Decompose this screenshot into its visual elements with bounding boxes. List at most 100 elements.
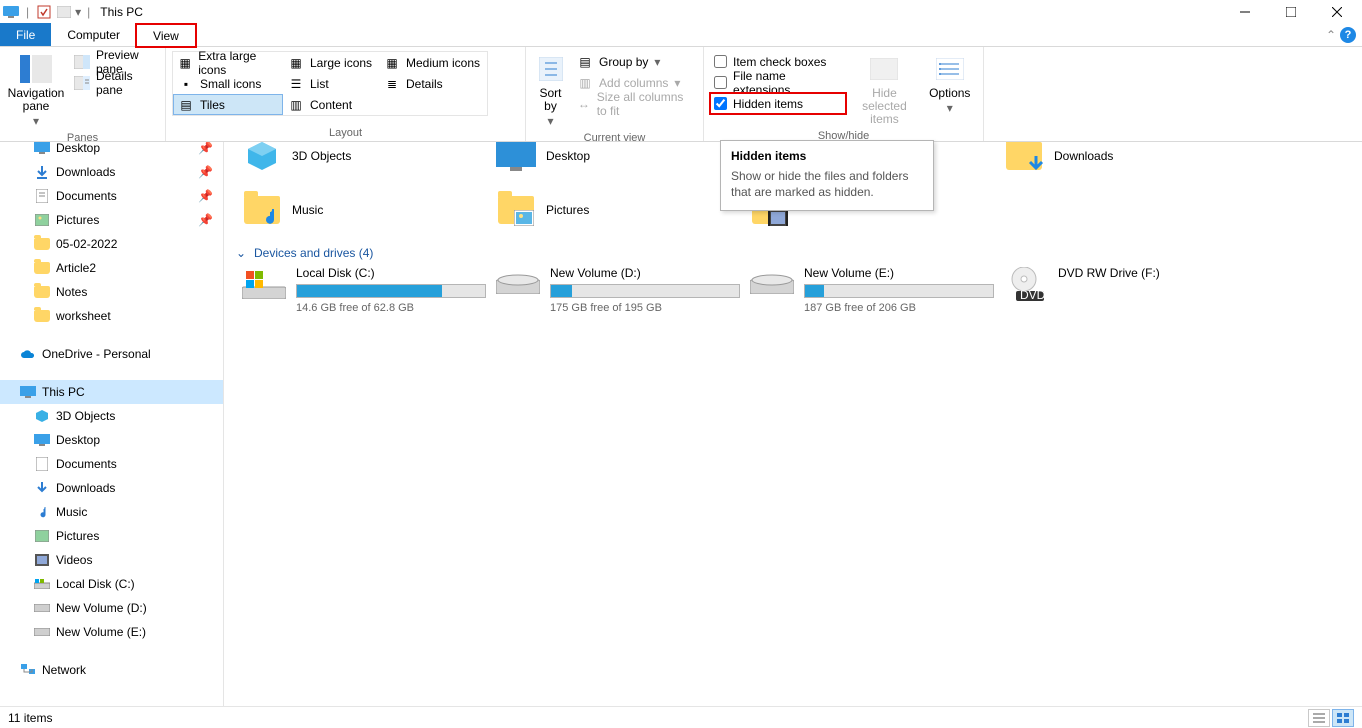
item-count-label: 11 items — [8, 711, 52, 725]
folder-icon — [34, 260, 50, 276]
nav-new-volume-e[interactable]: New Volume (E:) — [0, 620, 223, 644]
tab-file[interactable]: File — [0, 23, 51, 46]
qat-newfolder-icon[interactable] — [55, 3, 73, 21]
nav-folder-3[interactable]: Notes — [0, 280, 223, 304]
pin-icon: 📌 — [198, 189, 213, 203]
downloads-icon — [34, 164, 50, 180]
nav-pictures2[interactable]: Pictures — [0, 524, 223, 548]
layout-extra-large[interactable]: ▦Extra large icons — [173, 52, 283, 73]
nav-folder-1[interactable]: 05-02-2022 — [0, 232, 223, 256]
folder-music[interactable]: Music — [242, 188, 482, 232]
file-name-extensions-toggle[interactable]: File name extensions — [710, 72, 846, 93]
documents-icon — [34, 188, 50, 204]
svg-text:DVD: DVD — [1020, 288, 1046, 301]
folder-icon — [242, 190, 282, 230]
videos-icon — [34, 552, 50, 568]
view-tiles-toggle[interactable] — [1332, 709, 1354, 727]
folder-icon — [496, 190, 536, 230]
folder-3dobjects[interactable]: 3D Objects — [242, 142, 482, 178]
nav-folder-2[interactable]: Article2 — [0, 256, 223, 280]
nav-desktop[interactable]: Desktop📌 — [0, 142, 223, 160]
collapse-ribbon-icon[interactable]: ⌃ — [1326, 28, 1336, 42]
drive-usage-bar — [804, 284, 994, 298]
hidden-items-tooltip: Hidden items Show or hide the files and … — [720, 140, 934, 211]
nav-onedrive[interactable]: OneDrive - Personal — [0, 342, 223, 366]
nav-pictures[interactable]: Pictures📌 — [0, 208, 223, 232]
music-icon — [34, 504, 50, 520]
hide-selected-button: Hide selected items — [850, 51, 918, 129]
nav-documents[interactable]: Documents📌 — [0, 184, 223, 208]
close-button[interactable] — [1314, 0, 1360, 23]
nav-downloads2[interactable]: Downloads — [0, 476, 223, 500]
drive-icon — [242, 266, 286, 302]
layout-medium[interactable]: ▦Medium icons — [379, 52, 487, 73]
folder-icon — [34, 236, 50, 252]
folder-icon — [1004, 142, 1044, 176]
drive-icon — [496, 266, 540, 302]
drive-usage-bar — [296, 284, 486, 298]
3d-icon — [242, 142, 282, 176]
drive-f[interactable]: DVD DVD RW Drive (F:) — [1004, 266, 1244, 314]
folder-icon — [34, 284, 50, 300]
nav-local-disk-c[interactable]: Local Disk (C:) — [0, 572, 223, 596]
documents-icon — [34, 456, 50, 472]
qat-properties-icon[interactable] — [35, 3, 53, 21]
layout-picker[interactable]: ▦Extra large icons ▦Large icons ▦Medium … — [172, 51, 488, 116]
nav-downloads[interactable]: Downloads📌 — [0, 160, 223, 184]
layout-tiles[interactable]: ▤Tiles — [173, 94, 283, 115]
drive-d[interactable]: New Volume (D:)175 GB free of 195 GB — [496, 266, 736, 314]
desktop-icon — [496, 142, 536, 176]
pin-icon: 📌 — [198, 165, 213, 179]
ribbon: Navigation pane▾ Preview pane Details pa… — [0, 47, 1362, 142]
tab-view[interactable]: View — [136, 24, 196, 47]
nav-3dobjects[interactable]: 3D Objects — [0, 404, 223, 428]
group-by-button[interactable]: ▤Group by ▾ — [573, 51, 697, 72]
options-button[interactable]: Options▾ — [922, 51, 977, 117]
thispc-icon — [20, 384, 36, 400]
drive-icon — [34, 624, 50, 640]
onedrive-icon — [20, 346, 36, 362]
nav-thispc[interactable]: This PC — [0, 380, 223, 404]
drive-icon — [34, 600, 50, 616]
size-columns-button: ↔Size all columns to fit — [573, 93, 697, 114]
sort-by-button[interactable]: Sort by▾ — [532, 51, 569, 131]
nav-folder-4[interactable]: worksheet — [0, 304, 223, 328]
layout-content[interactable]: ▥Content — [283, 94, 379, 115]
nav-music[interactable]: Music — [0, 500, 223, 524]
layout-large[interactable]: ▦Large icons — [283, 52, 379, 73]
folder-pictures[interactable]: Pictures — [496, 188, 736, 232]
nav-desktop2[interactable]: Desktop — [0, 428, 223, 452]
drive-c[interactable]: Local Disk (C:)14.6 GB free of 62.8 GB — [242, 266, 482, 314]
details-pane-button[interactable]: Details pane — [70, 72, 159, 93]
devices-drives-header[interactable]: ⌄ Devices and drives (4) — [236, 246, 1354, 260]
drive-e[interactable]: New Volume (E:)187 GB free of 206 GB — [750, 266, 990, 314]
help-icon[interactable]: ? — [1340, 27, 1356, 43]
group-label-layout: Layout — [172, 126, 519, 141]
nav-new-volume-d[interactable]: New Volume (D:) — [0, 596, 223, 620]
title-bar: | ▾ | This PC — [0, 0, 1362, 23]
maximize-button[interactable] — [1268, 0, 1314, 23]
content-area[interactable]: 3D Objects Desktop Downloads Music Pictu… — [224, 142, 1362, 706]
tab-computer[interactable]: Computer — [51, 23, 136, 46]
nav-network[interactable]: Network — [0, 658, 223, 682]
drive-icon — [750, 266, 794, 302]
nav-videos[interactable]: Videos — [0, 548, 223, 572]
layout-small[interactable]: ▪Small icons — [173, 73, 283, 94]
folder-desktop[interactable]: Desktop — [496, 142, 736, 178]
layout-details[interactable]: ≣Details — [379, 73, 487, 94]
drive-icon — [34, 576, 50, 592]
nav-documents2[interactable]: Documents — [0, 452, 223, 476]
layout-list[interactable]: ☰List — [283, 73, 379, 94]
minimize-button[interactable] — [1222, 0, 1268, 23]
drive-usage-bar — [550, 284, 740, 298]
ribbon-tabs: File Computer View ⌃ ? — [0, 23, 1362, 47]
folder-downloads[interactable]: Downloads — [1004, 142, 1244, 178]
downloads-icon — [34, 480, 50, 496]
desktop-icon — [34, 142, 50, 156]
navigation-pane[interactable]: Desktop📌 Downloads📌 Documents📌 Pictures📌… — [0, 142, 224, 706]
view-details-toggle[interactable] — [1308, 709, 1330, 727]
3d-icon — [34, 408, 50, 424]
navigation-pane-button[interactable]: Navigation pane▾ — [6, 51, 66, 131]
status-bar: 11 items — [0, 706, 1362, 728]
thispc-icon — [2, 3, 20, 21]
